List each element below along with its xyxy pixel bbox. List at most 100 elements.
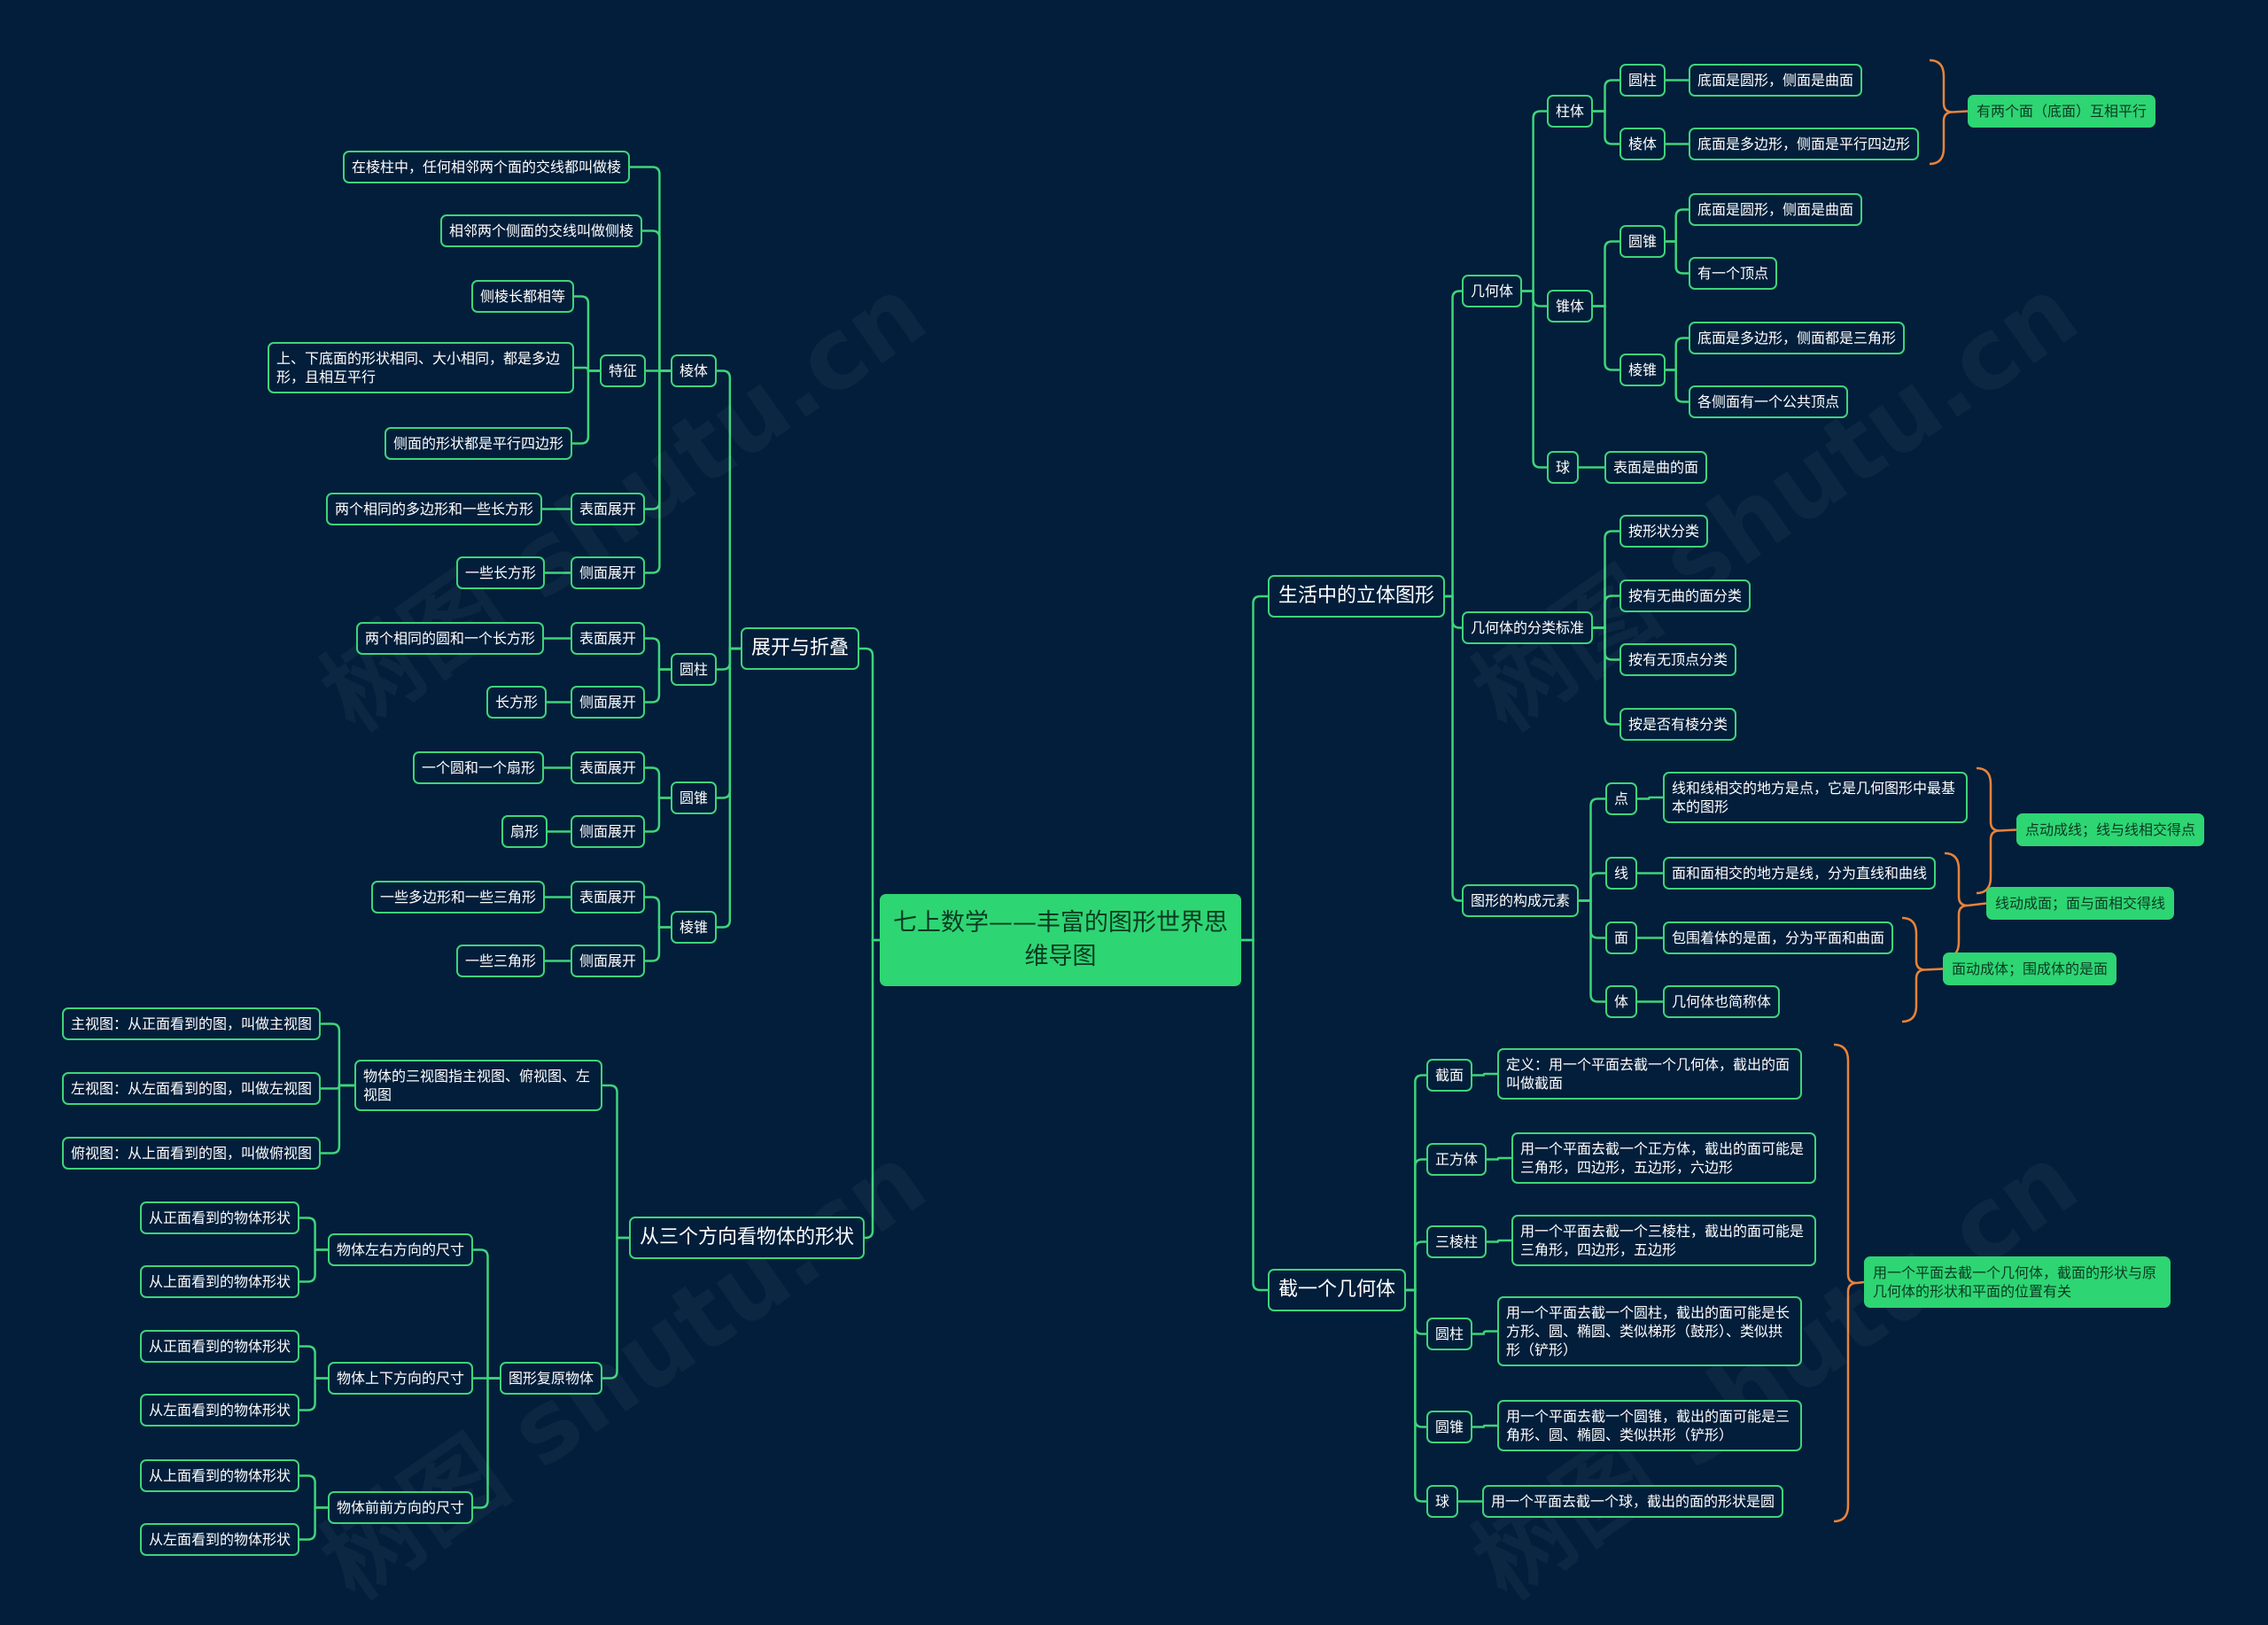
note-parallel-faces[interactable]: 有两个面（底面）互相平行 <box>1968 95 2156 128</box>
branch-unfold-fold[interactable]: 展开与折叠 <box>741 627 860 670</box>
node-pyramid[interactable]: 棱锥 <box>671 911 718 944</box>
node-lateral-edge-definition[interactable]: 相邻两个侧面的交线叫做侧棱 <box>440 214 643 247</box>
node-feature-item[interactable]: 上、下底面的形状相同、大小相同，都是多边形，且相互平行 <box>268 342 574 393</box>
node-surface-unfold[interactable]: 表面展开 <box>571 622 646 655</box>
node-pyramid-desc[interactable]: 各侧面有一个公共顶点 <box>1689 385 1849 418</box>
node-line-desc[interactable]: 面和面相交的地方是线，分为直线和曲线 <box>1663 857 1937 890</box>
node-prism[interactable]: 棱体 <box>671 354 718 387</box>
node-cylinder-desc[interactable]: 底面是圆形，侧面是曲面 <box>1689 64 1863 97</box>
node-sphere[interactable]: 球 <box>1426 1485 1459 1518</box>
node-cube[interactable]: 正方体 <box>1426 1143 1487 1176</box>
node-cylinder[interactable]: 圆柱 <box>1426 1318 1473 1350</box>
node-cone-desc[interactable]: 底面是圆形，侧面是曲面 <box>1689 193 1863 226</box>
node-body-desc[interactable]: 几何体也简称体 <box>1663 985 1781 1018</box>
connector-line <box>473 1377 500 1509</box>
node-surface-unfold[interactable]: 表面展开 <box>571 493 646 525</box>
node-sphere-desc[interactable]: 用一个平面去截一个球，截出的面的形状是圆 <box>1482 1485 1784 1518</box>
node-edge-definition[interactable]: 在棱柱中，任何相邻两个面的交线都叫做棱 <box>343 151 631 183</box>
node-side-unfold[interactable]: 侧面展开 <box>571 556 646 589</box>
node-classification-item[interactable]: 按有无曲的面分类 <box>1619 579 1751 612</box>
node-left-right-size[interactable]: 物体左右方向的尺寸 <box>328 1233 474 1266</box>
node-line[interactable]: 线 <box>1605 857 1638 890</box>
node-side-unfold-value[interactable]: 一些三角形 <box>456 945 546 977</box>
node-view-shape[interactable]: 从左面看到的物体形状 <box>140 1523 300 1556</box>
node-cylinder-desc[interactable]: 用一个平面去截一个圆柱，截出的面可能是长方形、圆、椭圆、类似梯形（鼓形）、类似拱… <box>1497 1296 1802 1366</box>
node-pyramid[interactable]: 棱锥 <box>1619 354 1666 386</box>
node-body[interactable]: 体 <box>1605 985 1638 1018</box>
note-point-line[interactable]: 点动成线；线与线相交得点 <box>2016 813 2205 846</box>
node-feature-item[interactable]: 侧面的形状都是平行四边形 <box>384 427 573 460</box>
node-sphere[interactable]: 球 <box>1547 451 1580 484</box>
note-face-body[interactable]: 面动成体；围成体的是面 <box>1943 952 2117 985</box>
node-prism[interactable]: 棱体 <box>1619 128 1666 160</box>
node-cone-group[interactable]: 锥体 <box>1547 290 1594 323</box>
branch-solids-in-life[interactable]: 生活中的立体图形 <box>1268 575 1446 618</box>
node-classification-item[interactable]: 按形状分类 <box>1619 515 1709 548</box>
node-cube-desc[interactable]: 用一个平面去截一个正方体，截出的面可能是三角形，四边形，五边形，六边形 <box>1511 1132 1816 1184</box>
node-top-view[interactable]: 俯视图：从上面看到的图，叫做俯视图 <box>62 1137 322 1170</box>
node-triangular-prism[interactable]: 三棱柱 <box>1426 1225 1487 1258</box>
node-side-unfold[interactable]: 侧面展开 <box>571 815 646 848</box>
node-surface-unfold[interactable]: 表面展开 <box>571 881 646 914</box>
node-restore-object[interactable]: 图形复原物体 <box>500 1362 603 1395</box>
node-side-unfold[interactable]: 侧面展开 <box>571 686 646 719</box>
node-side-unfold-value[interactable]: 一些长方形 <box>456 556 546 589</box>
node-up-down-size[interactable]: 物体上下方向的尺寸 <box>328 1362 474 1395</box>
node-point[interactable]: 点 <box>1605 782 1638 815</box>
node-front-back-size[interactable]: 物体前前方向的尺寸 <box>328 1491 474 1524</box>
note-line-face[interactable]: 线动成面；面与面相交得线 <box>1986 887 2175 920</box>
node-classification-item[interactable]: 按有无顶点分类 <box>1619 643 1737 676</box>
node-cone[interactable]: 圆锥 <box>671 781 718 814</box>
node-view-shape[interactable]: 从上面看到的物体形状 <box>140 1459 300 1492</box>
node-sphere-desc[interactable]: 表面是曲的面 <box>1604 451 1708 484</box>
node-classification-item[interactable]: 按是否有棱分类 <box>1619 708 1737 741</box>
connector-line <box>299 1474 328 1509</box>
node-surface-unfold-value[interactable]: 一些多边形和一些三角形 <box>371 881 546 914</box>
node-side-unfold-value[interactable]: 扇形 <box>501 815 548 848</box>
branch-cut-solid[interactable]: 截一个几何体 <box>1268 1269 1407 1311</box>
node-cylinder[interactable]: 圆柱 <box>1619 64 1666 97</box>
branch-three-views[interactable]: 从三个方向看物体的形状 <box>629 1217 866 1259</box>
node-cone[interactable]: 圆锥 <box>1619 225 1666 258</box>
connector-line <box>1241 595 1268 942</box>
node-cone-desc[interactable]: 用一个平面去截一个圆锥，截出的面可能是三角形、圆、椭圆、类似拱形（铲形） <box>1497 1400 1802 1451</box>
node-features[interactable]: 特征 <box>600 354 647 387</box>
node-side-unfold-value[interactable]: 长方形 <box>486 686 548 719</box>
node-view-shape[interactable]: 从左面看到的物体形状 <box>140 1394 300 1427</box>
node-cylinder[interactable]: 圆柱 <box>671 653 718 686</box>
node-side-unfold[interactable]: 侧面展开 <box>571 945 646 977</box>
node-feature-item[interactable]: 侧棱长都相等 <box>471 280 575 313</box>
node-three-view-definition[interactable]: 物体的三视图指主视图、俯视图、左视图 <box>354 1060 602 1111</box>
node-face-desc[interactable]: 包围着体的是面，分为平面和曲面 <box>1663 921 1894 954</box>
node-pyramid-desc[interactable]: 底面是多边形，侧面都是三角形 <box>1689 322 1906 354</box>
node-view-shape[interactable]: 从上面看到的物体形状 <box>140 1265 300 1298</box>
node-surface-unfold-value[interactable]: 两个相同的多边形和一些长方形 <box>326 493 543 525</box>
node-surface-unfold-value[interactable]: 两个相同的圆和一个长方形 <box>356 622 545 655</box>
node-cone-desc[interactable]: 有一个顶点 <box>1689 257 1778 290</box>
node-main-view[interactable]: 主视图：从正面看到的图，叫做主视图 <box>62 1007 322 1040</box>
node-column[interactable]: 柱体 <box>1547 95 1594 128</box>
node-triangular-prism-desc[interactable]: 用一个平面去截一个三棱柱，截出的面可能是三角形，四边形，五边形 <box>1511 1215 1816 1266</box>
node-classification[interactable]: 几何体的分类标准 <box>1462 611 1594 644</box>
node-view-shape[interactable]: 从正面看到的物体形状 <box>140 1330 300 1363</box>
summary-bracket-link <box>1952 110 1969 113</box>
connector-line <box>602 1084 629 1240</box>
node-surface-unfold[interactable]: 表面展开 <box>571 751 646 784</box>
note-section-shape[interactable]: 用一个平面去截一个几何体，截面的形状与原几何体的形状和平面的位置有关 <box>1864 1256 2171 1308</box>
node-face[interactable]: 面 <box>1605 921 1638 954</box>
node-solids[interactable]: 几何体 <box>1462 275 1523 307</box>
node-elements[interactable]: 图形的构成元素 <box>1462 884 1580 917</box>
node-point-desc[interactable]: 线和线相交的地方是点，它是几何图形中最基本的图形 <box>1663 772 1968 823</box>
node-cone[interactable]: 圆锥 <box>1426 1411 1473 1443</box>
node-surface-unfold-value[interactable]: 一个圆和一个扇形 <box>413 751 545 784</box>
connector-line <box>645 797 671 833</box>
root-topic[interactable]: 七上数学——丰富的图形世界思维导图 <box>880 894 1241 986</box>
connector-line <box>1666 369 1689 403</box>
node-section-desc[interactable]: 定义：用一个平面去截一个几何体，截出的面叫做截面 <box>1497 1048 1802 1100</box>
node-view-shape[interactable]: 从正面看到的物体形状 <box>140 1201 300 1234</box>
node-section[interactable]: 截面 <box>1426 1059 1473 1092</box>
node-left-view[interactable]: 左视图：从左面看到的图，叫做左视图 <box>62 1072 322 1105</box>
connector-line <box>1487 1156 1511 1161</box>
connector-line <box>299 1248 328 1283</box>
node-prism-desc[interactable]: 底面是多边形，侧面是平行四边形 <box>1689 128 1920 160</box>
